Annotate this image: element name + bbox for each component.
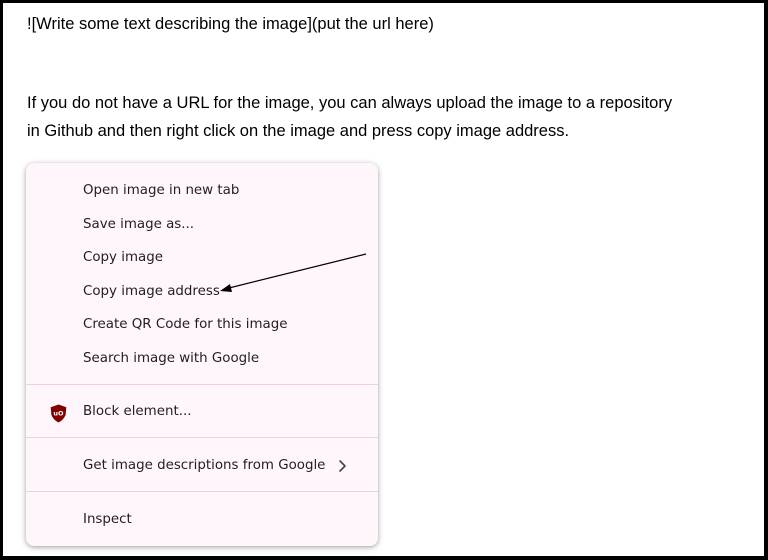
menu-item-get-image-descriptions[interactable]: Get image descriptions from Google (26, 449, 378, 483)
menu-separator (26, 384, 378, 385)
menu-item-block-element[interactable]: uO Block element... (26, 395, 378, 429)
menu-separator (26, 437, 378, 438)
context-menu: Open image in new tab Save image as... C… (26, 163, 378, 546)
menu-item-label: Create QR Code for this image (83, 317, 288, 332)
menu-item-label: Block element... (83, 404, 192, 419)
svg-text:uO: uO (53, 410, 64, 418)
menu-item-label: Inspect (83, 512, 132, 527)
menu-item-label: Save image as... (83, 217, 195, 232)
markdown-syntax-line: ![Write some text describing the image](… (27, 15, 434, 33)
menu-item-copy-image-address[interactable]: Copy image address (26, 275, 378, 309)
menu-item-label: Copy image address (83, 284, 220, 299)
menu-item-save-image-as[interactable]: Save image as... (26, 208, 378, 242)
instruction-line-2: in Github and then right click on the im… (27, 122, 570, 140)
menu-item-label: Get image descriptions from Google (83, 458, 326, 473)
menu-item-label: Copy image (83, 250, 163, 265)
menu-item-label: Search image with Google (83, 351, 260, 366)
menu-item-label: Open image in new tab (83, 183, 240, 198)
menu-item-copy-image[interactable]: Copy image (26, 241, 378, 275)
ublock-origin-icon: uO (50, 404, 67, 423)
menu-separator (26, 491, 378, 492)
menu-item-inspect[interactable]: Inspect (26, 503, 378, 537)
menu-item-create-qr-code[interactable]: Create QR Code for this image (26, 308, 378, 342)
menu-item-search-image-google[interactable]: Search image with Google (26, 342, 378, 376)
instruction-line-1: If you do not have a URL for the image, … (27, 94, 673, 112)
menu-item-open-image-new-tab[interactable]: Open image in new tab (26, 174, 378, 208)
chevron-right-icon (338, 458, 347, 472)
